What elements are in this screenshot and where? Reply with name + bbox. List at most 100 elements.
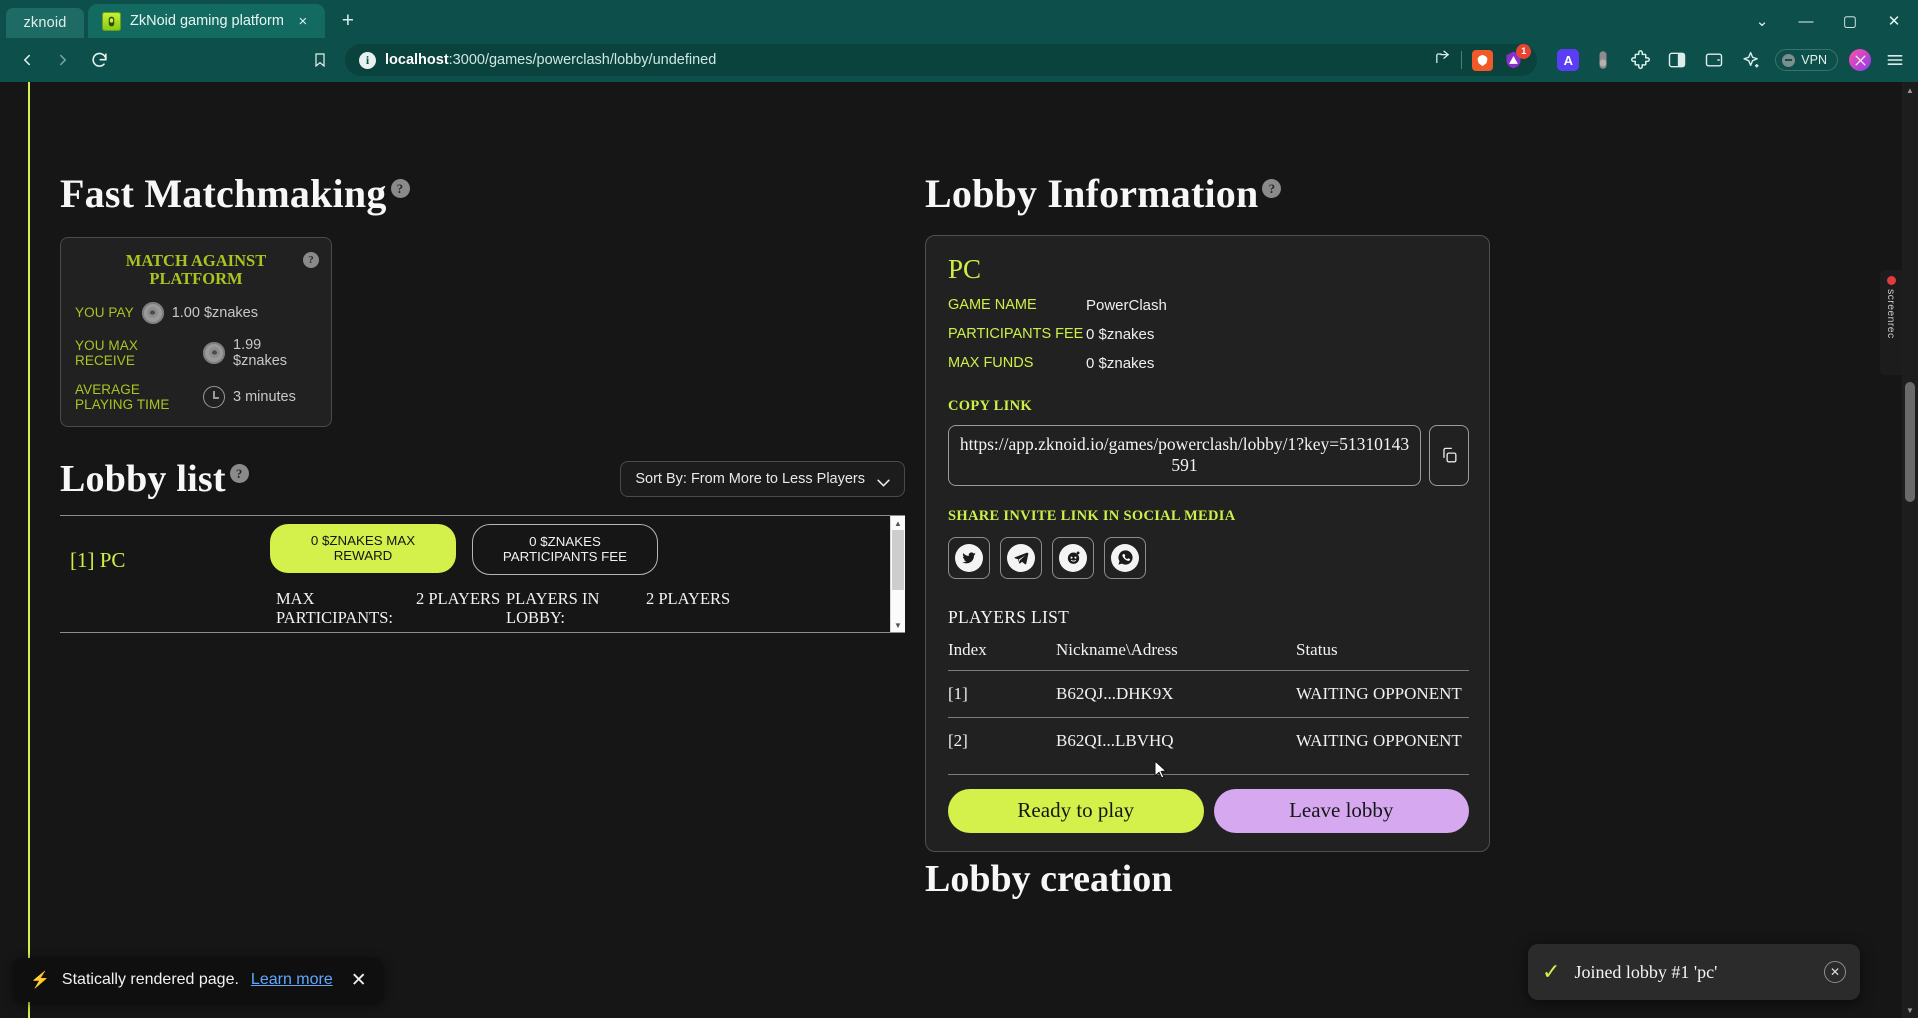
brave-shields-icon[interactable]: 1: [1503, 44, 1532, 71]
lobby-list-help-icon[interactable]: ?: [229, 464, 249, 483]
player-index: [2]: [948, 716, 1056, 764]
profile-avatar[interactable]: [1849, 49, 1871, 71]
max-participants-value: 2 PLAYERS: [416, 588, 501, 608]
zknoid-app: Fast Matchmaking? ? MATCH AGAINST PLATFO…: [0, 82, 1902, 1018]
zknoid-logo-icon: [102, 11, 121, 31]
whatsapp-share-icon[interactable]: [1104, 536, 1146, 579]
window-profile-label: zknoid: [23, 15, 67, 31]
twitter-share-icon[interactable]: [948, 536, 990, 579]
lobby-name-title: PC: [948, 254, 982, 284]
dev-indicator-close-icon[interactable]: ✕: [351, 969, 367, 992]
you-pay-label: YOU PAY: [75, 305, 134, 321]
page-scrollbar[interactable]: ▲ ▼: [1902, 82, 1918, 1018]
left-column: Fast Matchmaking? ? MATCH AGAINST PLATFO…: [60, 170, 905, 634]
match-card-help-icon[interactable]: ?: [303, 252, 319, 268]
mouse-cursor: [1154, 759, 1168, 780]
browser-tab-title: ZkNoid gaming platform: [130, 13, 284, 29]
copy-link-label: COPY LINK: [948, 398, 1032, 414]
check-icon: ✓: [1542, 959, 1561, 984]
minimize-window-button[interactable]: —: [1784, 4, 1828, 38]
table-row: [2] B62QI...LBVHQ WAITING OPPONENT: [948, 716, 1469, 764]
leo-ai-icon[interactable]: [1738, 47, 1764, 73]
you-pay-value: 1.00 $znakes: [171, 304, 258, 321]
players-table: Index Nickname\Adress Status [1] B62QJ..…: [948, 636, 1469, 764]
dev-indicator-text: Statically rendered page.: [61, 971, 239, 988]
whatsapp-glyph: [1111, 543, 1139, 572]
lobby-list-item[interactable]: [1] PC 0 $ZNAKES MAX REWARD 0 $ZNAKES PA…: [60, 524, 905, 575]
puzzle-extensions-icon[interactable]: [1627, 47, 1653, 73]
clock-icon: [203, 386, 225, 409]
sidebar-toggle-icon[interactable]: [1664, 47, 1690, 73]
player-nickname: B62QI...LBVHQ: [1056, 716, 1296, 764]
average-playing-time-row: AVERAGE PLAYING TIME 3 minutes: [75, 382, 317, 412]
page-content: Fast Matchmaking? ? MATCH AGAINST PLATFO…: [0, 82, 1902, 1018]
lobby-list-scrollbar[interactable]: ▲ ▼: [890, 516, 905, 633]
scroll-up-arrow-icon[interactable]: ▲: [891, 516, 905, 530]
sort-by-label: Sort By: From More to Less Players: [635, 471, 865, 488]
participants-fee-value: 0 $znakes: [1086, 326, 1155, 343]
close-window-button[interactable]: ✕: [1872, 4, 1916, 38]
lobby-list-scroll-area[interactable]: [1] PC 0 $ZNAKES MAX REWARD 0 $ZNAKES PA…: [60, 516, 905, 634]
url-path: :3000/games/powerclash/lobby/undefined: [448, 52, 717, 68]
chevron-down-icon: [877, 475, 890, 487]
screenrec-widget[interactable]: screenrec: [1880, 270, 1902, 375]
znakes-coin-icon: [141, 301, 164, 324]
reload-icon[interactable]: [82, 43, 116, 77]
lobby-list-heading: Lobby list?: [60, 457, 249, 501]
players-col-status: Status: [1296, 639, 1338, 659]
extensions-tray: A VPN: [1545, 47, 1908, 73]
player-nickname: B62QJ...DHK9X: [1056, 669, 1296, 718]
maximize-window-button[interactable]: ▢: [1828, 4, 1872, 38]
page-scroll-down-arrow-icon[interactable]: ▼: [1902, 1002, 1918, 1018]
share-invite-label: SHARE INVITE LINK IN SOCIAL MEDIA: [948, 507, 1236, 524]
wallet-icon[interactable]: [1701, 47, 1727, 73]
fast-matchmaking-help-icon[interactable]: ?: [390, 179, 410, 199]
copy-link-value[interactable]: https://app.zknoid.io/games/powerclash/l…: [948, 425, 1421, 486]
bookmark-icon[interactable]: [303, 43, 337, 77]
reddit-share-icon[interactable]: [1052, 536, 1094, 579]
tab-strip: zknoid ZkNoid gaming platform × + ⌄ — ▢ …: [0, 0, 1918, 38]
site-info-icon[interactable]: i: [359, 51, 376, 69]
page-scroll-up-arrow-icon[interactable]: ▲: [1902, 82, 1918, 98]
players-in-lobby-value: 2 PLAYERS: [646, 588, 731, 608]
copy-icon[interactable]: [1429, 425, 1469, 486]
omnibox-divider: [1461, 51, 1463, 69]
1password-extension-icon[interactable]: A: [1557, 49, 1580, 71]
toast-notification[interactable]: ✓ Joined lobby #1 'pc' ✕: [1528, 944, 1860, 1000]
window-profile-tab[interactable]: zknoid: [6, 8, 84, 38]
telegram-share-icon[interactable]: [1000, 536, 1042, 579]
lobby-list-scrollbar-thumb[interactable]: [892, 530, 904, 591]
vpn-toggle[interactable]: VPN: [1775, 49, 1838, 71]
dev-indicator[interactable]: ⚡ Statically rendered page. Learn more ✕: [14, 958, 383, 1002]
learn-more-link[interactable]: Learn more: [251, 971, 333, 989]
scroll-down-arrow-icon[interactable]: ▼: [891, 618, 905, 632]
game-name-value: PowerClash: [1086, 297, 1167, 314]
players-in-lobby-label: PLAYERS IN LOBBY:: [506, 588, 600, 627]
page-scrollbar-thumb[interactable]: [1905, 382, 1915, 502]
sort-by-dropdown[interactable]: Sort By: From More to Less Players: [620, 461, 905, 498]
brave-lion-icon[interactable]: [1472, 49, 1494, 71]
leave-lobby-button[interactable]: Leave lobby: [1213, 788, 1469, 833]
max-funds-row: MAX FUNDS 0 $znakes: [948, 355, 1469, 372]
address-bar[interactable]: i localhost:3000/games/powerclash/lobby/…: [345, 44, 1538, 76]
you-max-receive-row: YOU MAX RECEIVE 1.99 $znakes: [75, 337, 317, 369]
forward-icon[interactable]: [46, 43, 80, 77]
toast-message: Joined lobby #1 'pc': [1574, 961, 1718, 982]
players-col-nickname: Nickname\Adress: [1056, 639, 1178, 659]
url-text: localhost:3000/games/powerclash/lobby/un…: [385, 52, 1425, 68]
you-pay-row: YOU PAY 1.00 $znakes: [75, 301, 317, 324]
new-tab-button[interactable]: +: [333, 6, 363, 36]
toast-close-icon[interactable]: ✕: [1824, 961, 1846, 983]
browser-tab-zknoid[interactable]: ZkNoid gaming platform ×: [88, 4, 325, 38]
share-icon[interactable]: [1434, 49, 1451, 71]
wallet-pill-extension-icon[interactable]: [1590, 47, 1616, 73]
match-against-platform-card[interactable]: ? MATCH AGAINST PLATFORM YOU PAY 1.00 $z…: [60, 237, 332, 428]
close-tab-icon[interactable]: ×: [293, 11, 313, 31]
hamburger-menu-icon[interactable]: [1882, 47, 1908, 73]
lobby-information-help-icon[interactable]: ?: [1262, 179, 1282, 199]
twitter-glyph: [955, 543, 983, 572]
tab-search-icon[interactable]: ⌄: [1740, 4, 1784, 38]
game-name-row: GAME NAME PowerClash: [948, 297, 1469, 314]
ready-to-play-button[interactable]: Ready to play: [948, 788, 1204, 833]
back-icon[interactable]: [10, 43, 44, 77]
